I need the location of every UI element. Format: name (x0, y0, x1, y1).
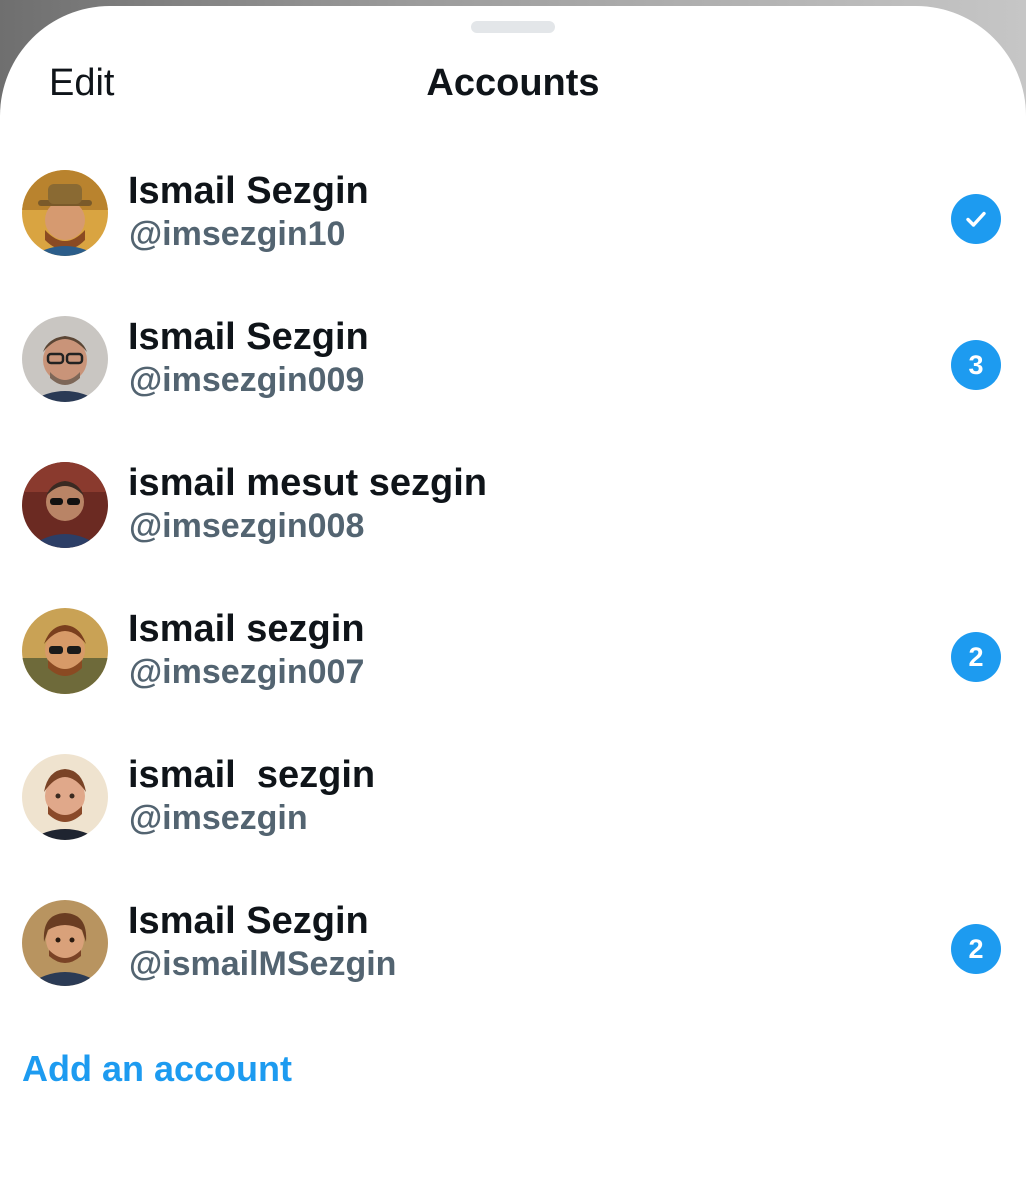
account-row[interactable]: ismail sezgin @imsezgin (0, 738, 1026, 884)
account-handle: @imsezgin007 (129, 653, 365, 691)
accounts-sheet: Edit Accounts Ismail Sezgin @imsezgin10 (0, 6, 1026, 1200)
add-account-button[interactable]: Add an account (22, 1048, 292, 1090)
avatar (22, 754, 108, 840)
account-row[interactable]: Ismail Sezgin @ismailMSezgin 2 (0, 884, 1026, 1030)
account-name: ismail mesut sezgin (128, 462, 488, 504)
account-name: Ismail Sezgin (128, 316, 369, 358)
account-handle: @imsezgin (129, 799, 308, 837)
account-row[interactable]: Ismail sezgin @imsezgin007 2 (0, 592, 1026, 738)
account-name: Ismail sezgin (128, 608, 365, 650)
avatar (22, 608, 108, 694)
checkmark-icon (951, 207, 1001, 231)
account-row[interactable]: Ismail Sezgin @imsezgin10 (0, 154, 1026, 300)
account-handle: @imsezgin10 (129, 215, 346, 253)
avatar (22, 316, 108, 402)
avatar (22, 900, 108, 986)
notification-badge: 3 (951, 340, 1001, 390)
notification-badge: 2 (951, 924, 1001, 974)
account-row[interactable]: ismail mesut sezgin @imsezgin008 (0, 446, 1026, 592)
account-handle: @imsezgin009 (129, 361, 365, 399)
account-name: Ismail Sezgin (128, 170, 369, 212)
sheet-grabber[interactable] (471, 21, 555, 33)
sheet-title: Accounts (426, 62, 600, 104)
account-handle: @imsezgin008 (129, 507, 365, 545)
avatar (22, 170, 108, 256)
avatar (22, 462, 108, 548)
account-row[interactable]: Ismail Sezgin @imsezgin009 3 (0, 300, 1026, 446)
active-account-badge (951, 194, 1001, 244)
account-list: Ismail Sezgin @imsezgin10 Ismail Sezgin … (0, 154, 1026, 1030)
account-handle: @ismailMSezgin (129, 945, 397, 983)
account-name: Ismail Sezgin (128, 900, 369, 942)
notification-badge: 2 (951, 632, 1001, 682)
account-name: ismail sezgin (128, 754, 376, 796)
